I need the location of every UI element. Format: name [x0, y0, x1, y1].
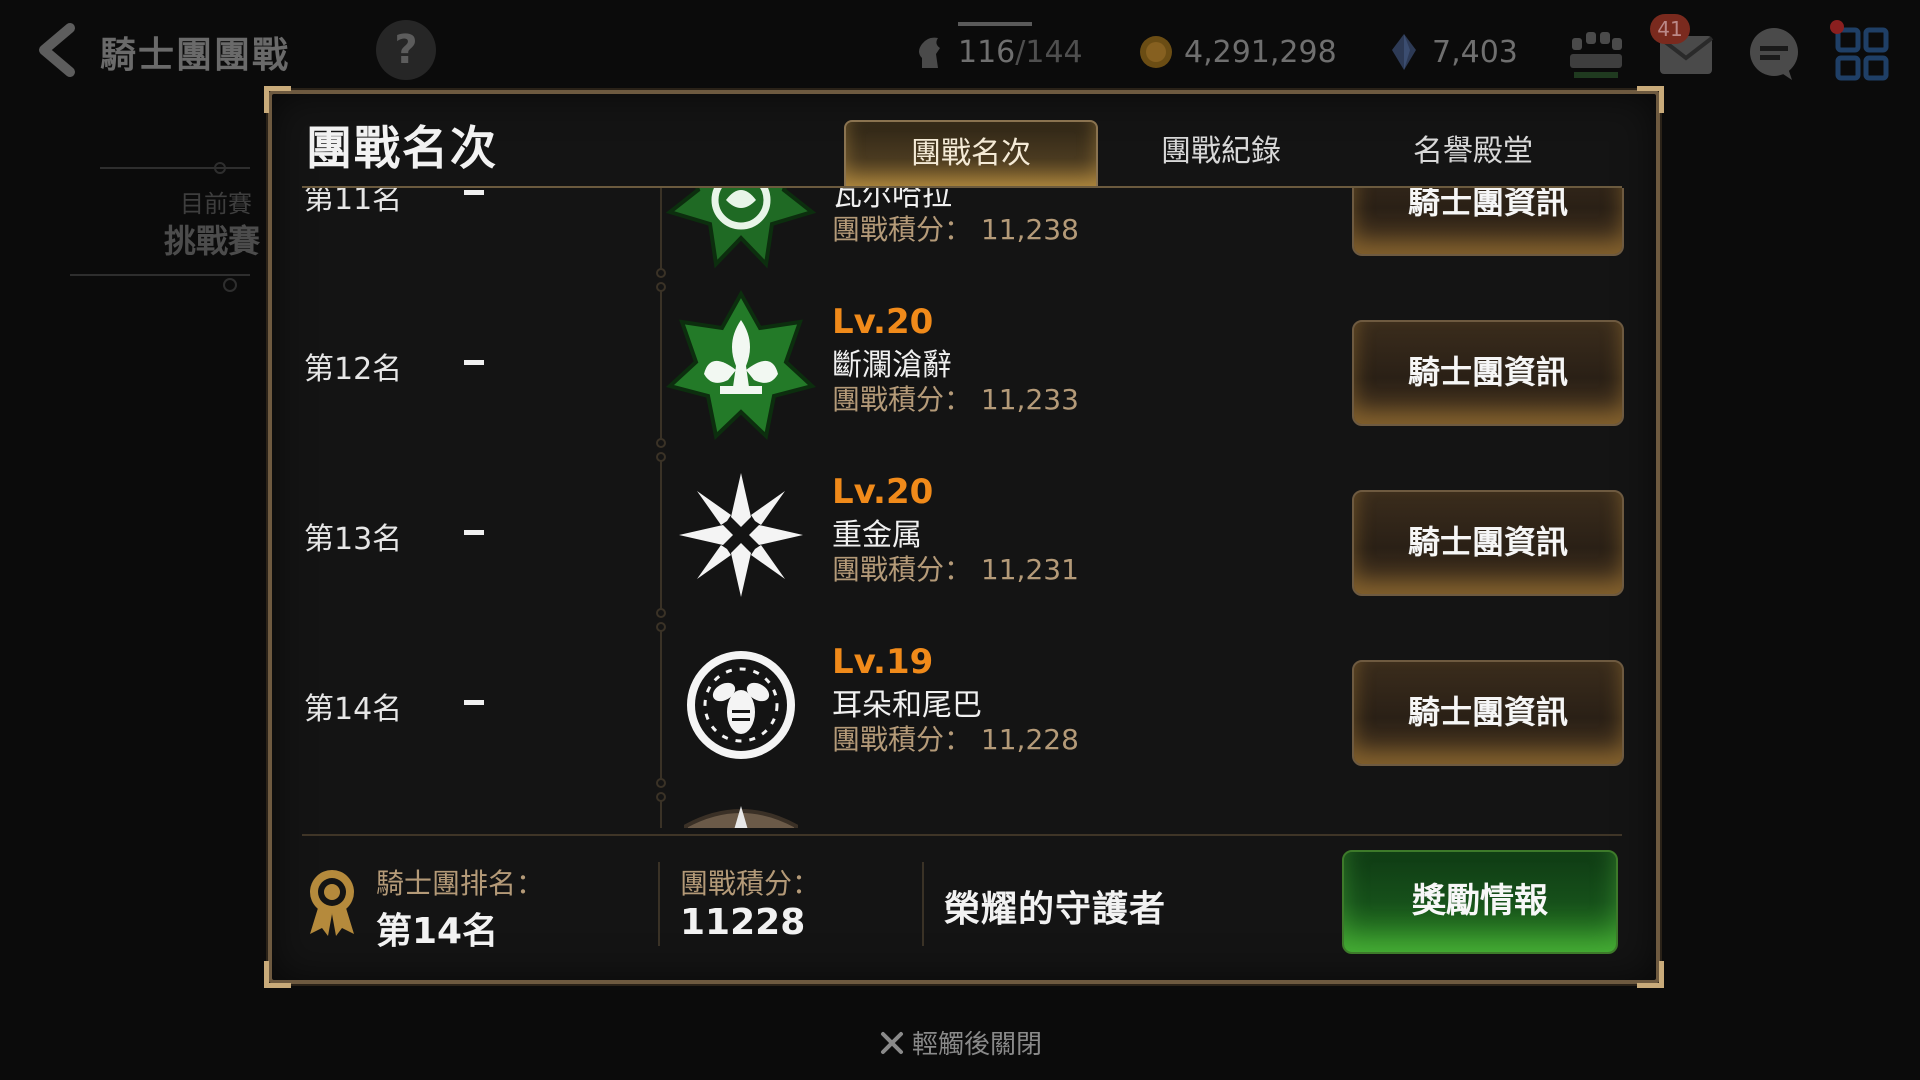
list-item: 第13名 Lv.20 重金属 團戰積分： 11,231 騎士團資訊 — [292, 450, 1632, 620]
rank-label: 第13名 — [304, 522, 403, 557]
score-label: 團戰積分： — [832, 553, 973, 586]
my-score-label: 團戰積分： — [680, 867, 821, 900]
snowflake-star-emblem-icon — [679, 473, 803, 597]
back-arrow-icon[interactable] — [30, 22, 82, 78]
my-guild-name: 榮耀的守護者 — [944, 889, 1167, 930]
gold-amount: 4,291,298 — [1184, 34, 1337, 70]
gem-amount: 7,403 — [1432, 34, 1518, 70]
notification-dot — [1830, 20, 1844, 34]
rank-change-dash — [464, 360, 484, 365]
score-value: 11,233 — [980, 383, 1079, 416]
stamina-bar — [958, 22, 1032, 26]
ranking-panel: 團戰名次 團戰名次 團戰紀錄 名譽殿堂 第11名 瓦尔哈拉 團戰積分： 11,2… — [264, 86, 1664, 988]
close-hint[interactable]: 輕觸後關閉 — [880, 1024, 1042, 1061]
list-item — [292, 790, 1632, 828]
footer-divider — [658, 862, 660, 946]
scene-title: 騎士團團戰 — [100, 35, 291, 76]
tab-bar: 團戰名次 團戰紀錄 名譽殿堂 — [844, 120, 1604, 188]
score-label: 團戰積分： — [832, 723, 973, 756]
help-button[interactable]: ? — [376, 20, 436, 80]
guild-score: 團戰積分： 11,238 — [832, 208, 1079, 248]
guild-info-button[interactable]: 騎士團資訊 — [1352, 490, 1624, 596]
panel-title: 團戰名次 — [306, 121, 498, 175]
rank-label: 第14名 — [304, 692, 403, 727]
top-bar: 騎士團團戰 ? 116/144 4,291,298 7,403 41 — [0, 0, 1920, 100]
gem-resource: 7,403 — [1386, 30, 1518, 74]
shield-emblem-icon — [684, 806, 798, 828]
ranking-list[interactable]: 第11名 瓦尔哈拉 團戰積分： 11,238 騎士團資訊 第12名 Lv.20 … — [292, 188, 1632, 828]
list-item: 第14名 Lv.19 耳朵和尾巴 團戰積分： 11,228 騎士團資訊 — [292, 620, 1632, 790]
menu-grid-icon[interactable] — [1832, 24, 1892, 84]
guild-score: 團戰積分： 11,233 — [832, 378, 1079, 418]
my-rank-value: 第14名 — [376, 911, 499, 952]
my-score-value: 11228 — [680, 902, 806, 943]
score-value: 11,228 — [980, 723, 1079, 756]
stamina-resource: 116/144 — [912, 30, 1083, 74]
panel-corner — [264, 961, 291, 988]
panel-corner — [1637, 86, 1664, 113]
panel-corner — [264, 86, 291, 113]
score-value: 11,231 — [980, 553, 1079, 586]
rank-change-dash — [464, 190, 484, 195]
list-item: 第12名 Lv.20 斷瀾滄辭 團戰積分： 11,233 騎士團資訊 — [292, 280, 1632, 450]
close-icon — [881, 1031, 903, 1054]
score-label: 團戰積分： — [832, 213, 973, 246]
guild-level: Lv.20 — [832, 302, 934, 342]
guild-info-button[interactable]: 騎士團資訊 — [1352, 660, 1624, 766]
reward-info-button[interactable]: 獎勵情報 — [1342, 850, 1618, 954]
gold-coin-icon — [1140, 36, 1172, 68]
row-divider — [656, 792, 666, 828]
wreath-bee-emblem-icon — [687, 651, 795, 759]
list-divider — [302, 834, 1622, 836]
rank-change-dash — [464, 530, 484, 535]
score-label: 團戰積分： — [832, 383, 973, 416]
panel-corner — [1637, 961, 1664, 988]
guild-info-button[interactable]: 騎士團資訊 — [1352, 320, 1624, 426]
gold-resource: 4,291,298 — [1138, 30, 1337, 74]
guild-score: 團戰積分： 11,231 — [832, 548, 1079, 588]
rose-emblem-icon — [666, 188, 816, 269]
stamina-max: /144 — [1015, 34, 1083, 70]
guild-info-button[interactable]: 騎士團資訊 — [1352, 188, 1624, 256]
medal-icon — [310, 870, 354, 936]
row-divider — [656, 188, 666, 278]
mail-count-badge: 41 — [1650, 14, 1690, 44]
tab-ranking[interactable]: 團戰名次 — [844, 120, 1098, 188]
gem-icon — [1392, 34, 1416, 70]
tab-battle-record[interactable]: 團戰紀錄 — [1096, 120, 1346, 186]
rank-label: 第12名 — [304, 352, 403, 387]
row-divider — [656, 622, 666, 788]
chat-icon[interactable] — [1744, 24, 1804, 84]
fleur-de-lis-emblem-icon — [666, 290, 816, 440]
tab-hall-of-fame[interactable]: 名譽殿堂 — [1348, 120, 1598, 186]
knight-stamina-icon — [919, 37, 940, 68]
rank-change-dash — [464, 700, 484, 705]
footer-divider — [922, 862, 924, 946]
row-divider — [656, 452, 666, 618]
guild-members-icon[interactable] — [1566, 24, 1626, 84]
row-divider — [656, 282, 666, 448]
score-value: 11,238 — [980, 213, 1079, 246]
side-subtitle: 目前賽 — [180, 190, 252, 218]
my-rank-label: 騎士團排名： — [376, 867, 545, 900]
list-item: 第11名 瓦尔哈拉 團戰積分： 11,238 騎士團資訊 — [292, 188, 1632, 280]
side-title: 挑戰賽 — [164, 222, 261, 260]
guild-level: Lv.19 — [832, 642, 934, 682]
close-hint-text: 輕觸後關閉 — [912, 1030, 1043, 1060]
guild-score: 團戰積分： 11,228 — [832, 718, 1079, 758]
guild-level: Lv.20 — [832, 472, 934, 512]
rank-label: 第11名 — [304, 188, 403, 217]
stamina-current: 116 — [958, 34, 1016, 70]
